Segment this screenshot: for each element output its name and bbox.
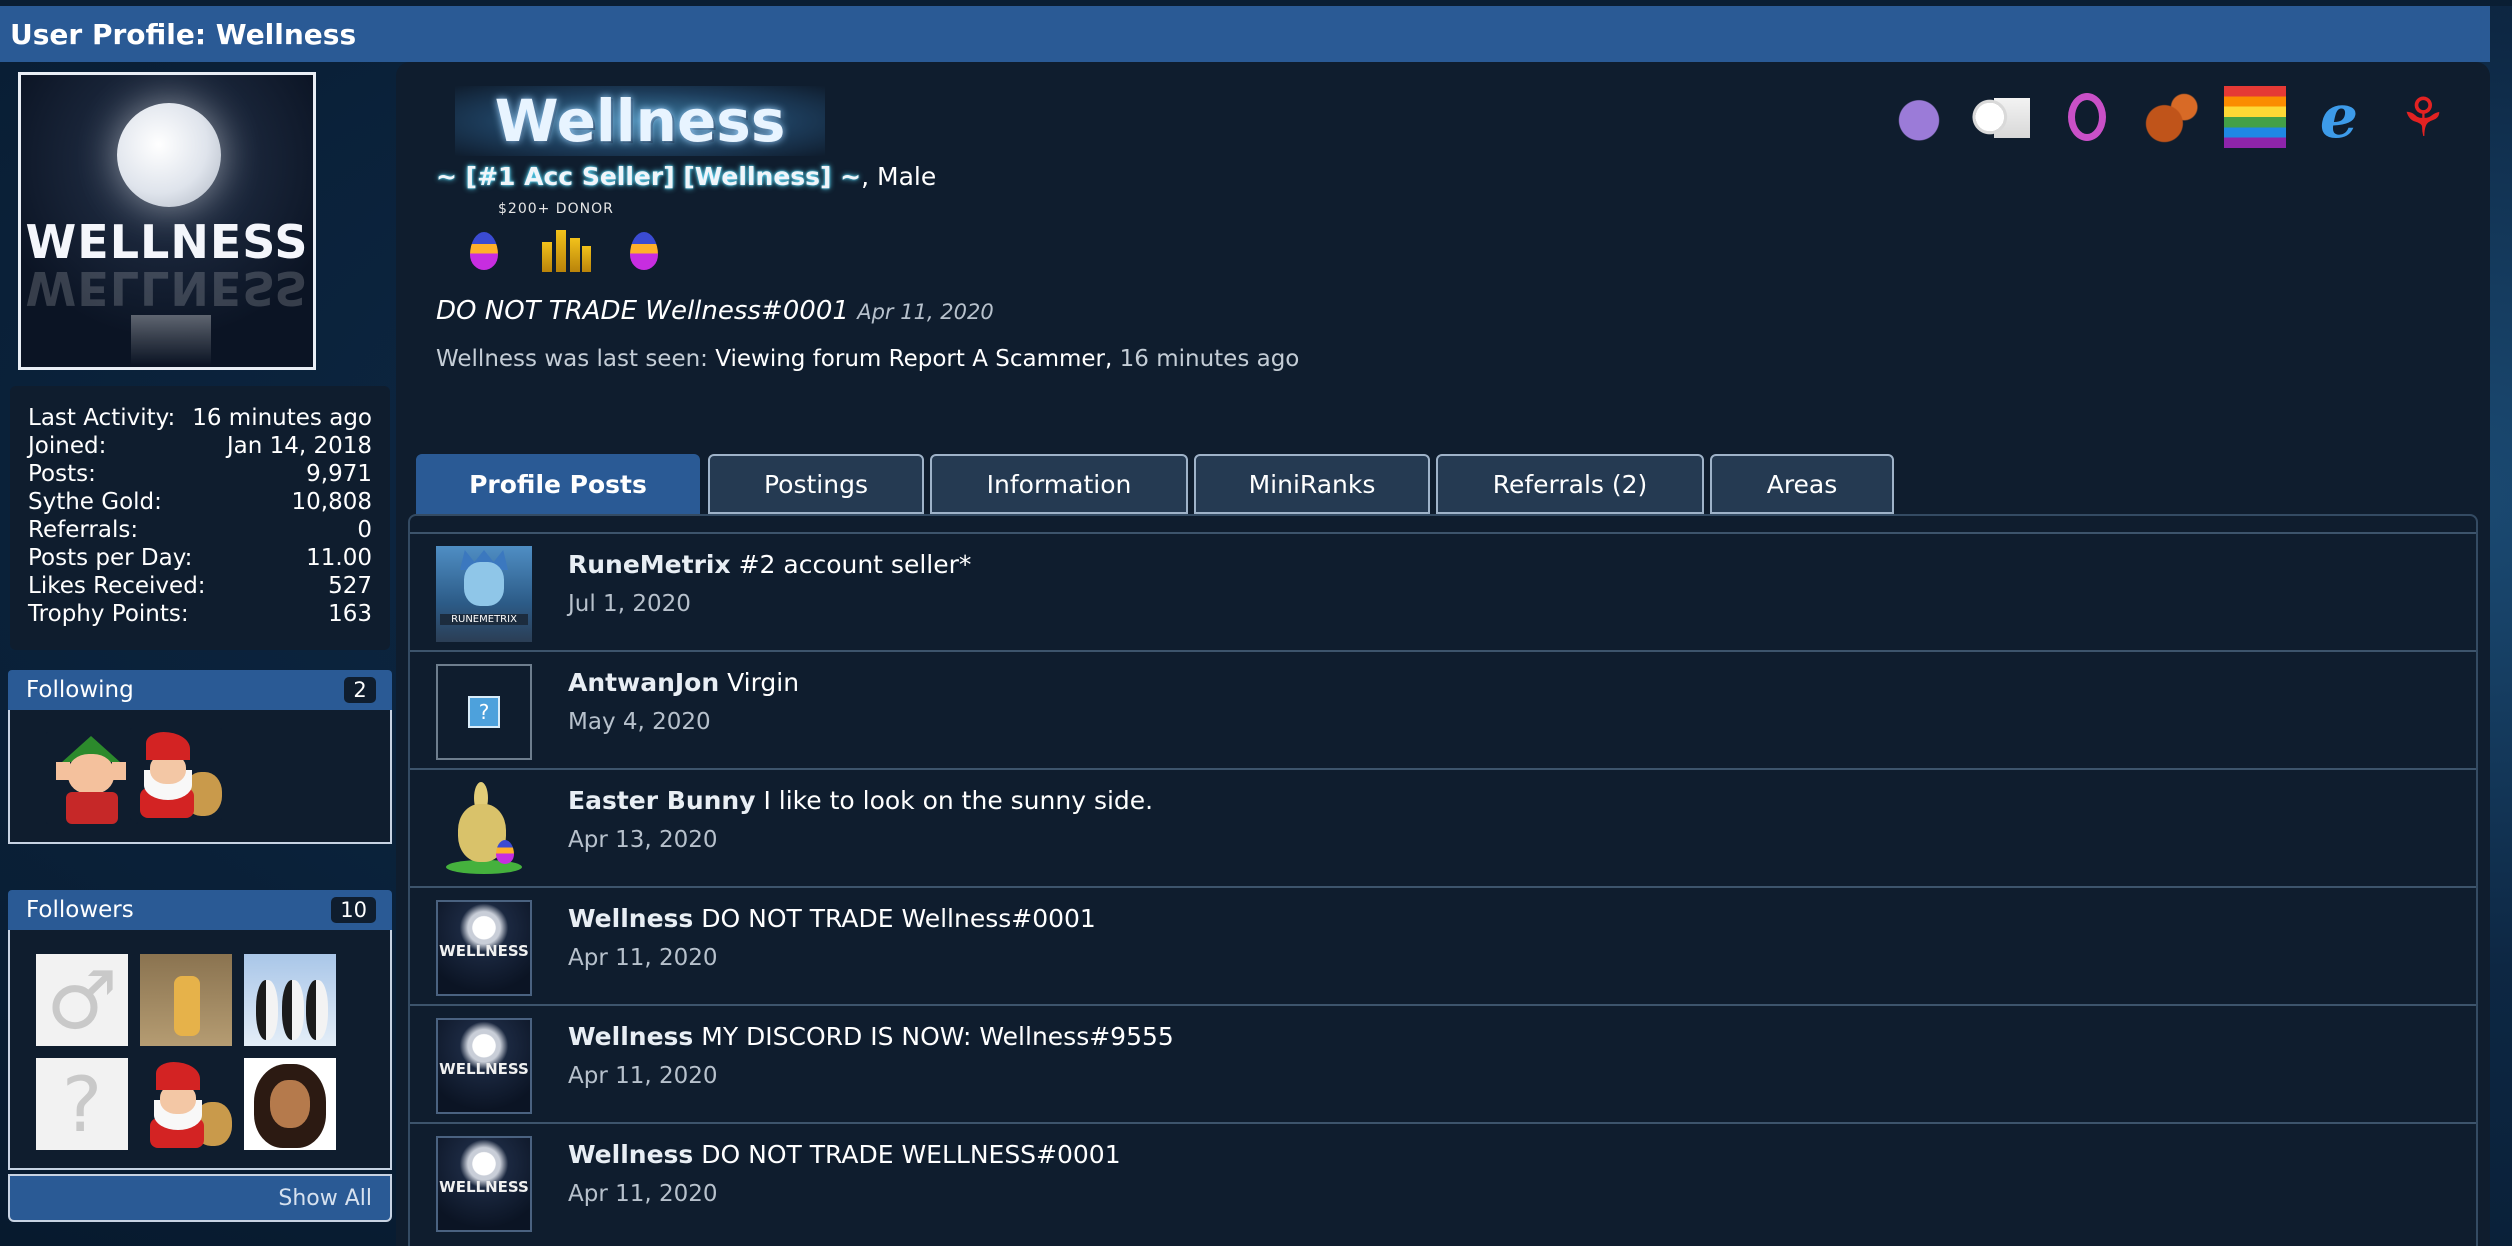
list-item: WELLNESS Wellness DO NOT TRADE WELLNESS#… — [410, 1122, 2476, 1240]
list-item: Easter Bunny I like to look on the sunny… — [410, 768, 2476, 886]
follower-avatar-male-placeholder[interactable]: ♂ — [36, 954, 128, 1046]
avatar-text-reflection: WELLNESS — [25, 261, 309, 315]
stat-posts: Posts: 9,971 — [28, 461, 372, 487]
post-text: I like to look on the sunny side. — [763, 786, 1154, 815]
pink-ring-icon[interactable] — [2054, 84, 2120, 150]
post-avatar[interactable]: WELLNESS — [436, 1018, 532, 1114]
username-banner-text: Wellness — [494, 87, 786, 155]
post-username[interactable]: AntwanJon — [568, 668, 719, 697]
following-panel: Following 2 — [8, 670, 392, 844]
easter-egg-icon — [470, 232, 498, 270]
post-avatar[interactable]: ? — [436, 664, 532, 760]
gold-coins-icon — [536, 224, 594, 276]
unicorn-icon[interactable] — [1886, 84, 1952, 150]
stat-last-activity: Last Activity: 16 minutes ago — [28, 405, 372, 431]
last-seen-time: 16 minutes ago — [1119, 346, 1300, 372]
post-username[interactable]: Wellness — [568, 1140, 693, 1169]
post-text: Virgin — [727, 668, 800, 697]
easter-egg-icon — [630, 232, 658, 270]
post-avatar[interactable] — [436, 782, 532, 878]
stat-sythe-gold: Sythe Gold: 10,808 — [28, 489, 372, 515]
post-avatar[interactable]: RUNEMETRIX — [436, 546, 532, 642]
page-title: User Profile: Wellness — [10, 17, 357, 51]
list-item: WELLNESS Wellness MY DISCORD IS NOW: Wel… — [410, 1004, 2476, 1122]
moon-reflection — [131, 315, 211, 365]
custom-title: ~ [#1 Acc Seller] [Wellness] ~ — [436, 162, 862, 191]
trophy-badges: e ⚘ — [1886, 82, 2456, 152]
follower-avatar-penguins[interactable] — [244, 954, 336, 1046]
tab-referrals[interactable]: Referrals (2) — [1436, 454, 1704, 514]
post-username[interactable]: Easter Bunny — [568, 786, 756, 815]
following-label: Following — [26, 677, 134, 703]
stat-posts-per-day: Posts per Day: 11.00 — [28, 545, 372, 571]
list-item: ? AntwanJon Virgin May 4, 2020 — [410, 650, 2476, 768]
tab-profile-posts[interactable]: Profile Posts — [416, 454, 700, 514]
followers-label: Followers — [26, 897, 134, 923]
profile-status: DO NOT TRADE Wellness#0001 Apr 11, 2020 — [436, 296, 994, 326]
profile-avatar[interactable]: WELLNESS WELLNESS — [18, 72, 316, 370]
post-date[interactable]: Apr 13, 2020 — [568, 827, 1153, 853]
gender: , Male — [861, 162, 937, 191]
last-seen-action: Viewing forum — [715, 346, 882, 372]
username-banner: Wellness — [455, 86, 825, 156]
user-stats: Last Activity: 16 minutes ago Joined: Jan … — [10, 386, 390, 650]
post-text: DO NOT TRADE Wellness#0001 — [701, 904, 1096, 933]
post-avatar[interactable]: WELLNESS — [436, 1136, 532, 1232]
post-date[interactable]: Jul 1, 2020 — [568, 591, 971, 617]
follower-avatar-unknown-placeholder[interactable]: ? — [36, 1058, 128, 1150]
last-seen-forum-link[interactable]: Report A Scammer, — [889, 346, 1113, 372]
post-text: DO NOT TRADE WELLNESS#0001 — [701, 1140, 1121, 1169]
post-avatar[interactable]: WELLNESS — [436, 900, 532, 996]
stat-trophy-points: Trophy Points: 163 — [28, 601, 372, 627]
following-header[interactable]: Following 2 — [8, 670, 392, 710]
stat-joined: Joined: Jan 14, 2018 — [28, 433, 372, 459]
list-item: WELLNESS Wellness DO NOT TRADE Wellness#… — [410, 886, 2476, 1004]
post-text: MY DISCORD IS NOW: Wellness#9555 — [701, 1022, 1174, 1051]
post-username[interactable]: Wellness — [568, 1022, 693, 1051]
show-all-followers-button[interactable]: Show All — [8, 1174, 392, 1222]
follower-avatar-santa[interactable] — [140, 1058, 232, 1150]
following-avatar-elf[interactable] — [46, 732, 138, 824]
internet-explorer-icon[interactable]: e — [2306, 82, 2372, 152]
tab-postings[interactable]: Postings — [708, 454, 924, 514]
question-mark-icon: ? — [468, 696, 500, 728]
post-date[interactable]: Apr 11, 2020 — [568, 945, 1096, 971]
user-title: ~ [#1 Acc Seller] [Wellness] ~, Male — [436, 162, 936, 191]
post-username[interactable]: Wellness — [568, 904, 693, 933]
stat-referrals: Referrals: 0 — [28, 517, 372, 543]
following-avatar-santa[interactable] — [130, 728, 222, 820]
follower-avatar-person[interactable] — [140, 954, 232, 1046]
post-date[interactable]: Apr 11, 2020 — [568, 1063, 1174, 1089]
red-ribbon-icon[interactable]: ⚘ — [2390, 84, 2456, 150]
post-date[interactable]: May 4, 2020 — [568, 709, 799, 735]
status-date[interactable]: Apr 11, 2020 — [857, 300, 994, 324]
post-username[interactable]: RuneMetrix — [568, 550, 731, 579]
following-list — [8, 710, 392, 844]
followers-list: ♂ ? — [8, 930, 392, 1170]
follower-avatar-girl[interactable] — [244, 1058, 336, 1150]
followers-header[interactable]: Followers 10 — [8, 890, 392, 930]
rainbow-flag-icon[interactable] — [2222, 84, 2288, 150]
last-seen-prefix: Wellness was last seen: — [436, 346, 708, 372]
following-count-badge: 2 — [344, 677, 376, 703]
followers-panel: Followers 10 ♂ ? — [8, 890, 392, 1170]
moon-graphic — [117, 103, 221, 207]
tab-information[interactable]: Information — [930, 454, 1188, 514]
last-seen: Wellness was last seen: Viewing forum Re… — [436, 346, 1299, 372]
stat-likes-received: Likes Received: 527 — [28, 573, 372, 599]
list-item: RUNEMETRIX RuneMetrix #2 account seller*… — [410, 532, 2476, 650]
donor-label: $200+ DONOR — [498, 201, 614, 217]
tab-miniranks[interactable]: MiniRanks — [1194, 454, 1430, 514]
title-bar: User Profile: Wellness — [0, 6, 2490, 62]
status-text: DO NOT TRADE Wellness#0001 — [436, 296, 849, 326]
post-date[interactable]: Apr 11, 2020 — [568, 1181, 1121, 1207]
toilet-paper-icon[interactable] — [1970, 84, 2036, 150]
post-text: #2 account seller* — [738, 550, 972, 579]
followers-count-badge: 10 — [331, 897, 376, 923]
tab-areas[interactable]: Areas — [1710, 454, 1894, 514]
squirrel-icon[interactable] — [2138, 84, 2204, 150]
profile-posts-list: RUNEMETRIX RuneMetrix #2 account seller*… — [408, 514, 2478, 1246]
